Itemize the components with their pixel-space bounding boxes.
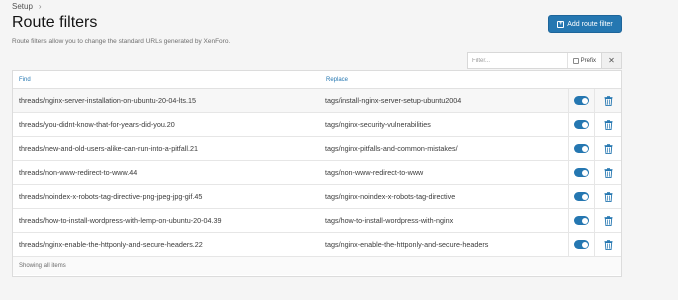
enable-toggle-cell bbox=[568, 208, 594, 233]
delete-cell bbox=[594, 160, 621, 185]
toggle-switch-icon[interactable] bbox=[574, 240, 590, 249]
table-body: threads/nginx-server-installation-on-ubu… bbox=[13, 88, 621, 257]
route-filters-table: Find Replace threads/nginx-server-instal… bbox=[12, 70, 622, 277]
delete-cell bbox=[594, 232, 621, 257]
delete-cell bbox=[594, 136, 621, 161]
find-link[interactable]: threads/new-and-old-users-alike-can-run-… bbox=[13, 144, 325, 153]
close-icon: ✕ bbox=[608, 56, 615, 65]
toggle-switch-icon[interactable] bbox=[574, 192, 590, 201]
page-title: Route filters bbox=[12, 14, 98, 31]
toggle-switch-icon[interactable] bbox=[574, 120, 590, 129]
toggle-switch-icon[interactable] bbox=[574, 216, 590, 225]
page-description: Route filters allow you to change the st… bbox=[12, 38, 231, 45]
enable-toggle-cell bbox=[568, 232, 594, 257]
table-row: threads/nginx-server-installation-on-ubu… bbox=[13, 88, 621, 113]
trash-icon[interactable] bbox=[604, 191, 613, 202]
column-header-replace: Replace bbox=[326, 76, 349, 83]
replace-link[interactable]: tags/nginx-noindex-x-robots-tag-directiv… bbox=[325, 192, 568, 201]
find-link[interactable]: threads/nginx-server-installation-on-ubu… bbox=[13, 96, 325, 105]
add-route-filter-label: Add route filter bbox=[567, 20, 613, 28]
enable-toggle-cell bbox=[568, 136, 594, 161]
delete-cell bbox=[594, 184, 621, 209]
table-row: threads/new-and-old-users-alike-can-run-… bbox=[13, 136, 621, 161]
enable-toggle-cell bbox=[568, 160, 594, 185]
toggle-switch-icon[interactable] bbox=[574, 168, 590, 177]
column-header-find: Find bbox=[19, 76, 31, 83]
find-link[interactable]: threads/you-didnt-know-that-for-years-di… bbox=[13, 120, 325, 129]
trash-icon[interactable] bbox=[604, 215, 613, 226]
table-row: threads/how-to-install-wordpress-with-le… bbox=[13, 208, 621, 233]
toggle-switch-icon[interactable] bbox=[574, 144, 590, 153]
find-link[interactable]: threads/noindex-x-robots-tag-directive-p… bbox=[13, 192, 325, 201]
delete-cell bbox=[594, 208, 621, 233]
find-link[interactable]: threads/nginx-enable-the-httponly-and-se… bbox=[13, 240, 325, 249]
trash-icon[interactable] bbox=[604, 167, 613, 178]
find-link[interactable]: threads/non-www-redirect-to-www.44 bbox=[13, 168, 325, 177]
trash-icon[interactable] bbox=[604, 95, 613, 106]
enable-toggle-cell bbox=[568, 112, 594, 137]
chevron-right-icon: › bbox=[38, 2, 42, 11]
find-link[interactable]: threads/how-to-install-wordpress-with-le… bbox=[13, 216, 325, 225]
table-row: threads/nginx-enable-the-httponly-and-se… bbox=[13, 232, 621, 257]
clear-filter-button[interactable]: ✕ bbox=[601, 53, 621, 68]
replace-link[interactable]: tags/non-www-redirect-to-www bbox=[325, 168, 568, 177]
replace-link[interactable]: tags/nginx-enable-the-httponly-and-secur… bbox=[325, 240, 568, 249]
table-row: threads/non-www-redirect-to-www.44 tags/n… bbox=[13, 160, 621, 185]
prefix-option[interactable]: Prefix bbox=[566, 53, 601, 68]
table-header: Find Replace bbox=[13, 71, 621, 89]
trash-icon[interactable] bbox=[604, 239, 613, 250]
trash-icon[interactable] bbox=[604, 119, 613, 130]
breadcrumb: Setup › bbox=[12, 2, 42, 11]
prefix-label: Prefix bbox=[580, 57, 596, 64]
delete-cell bbox=[594, 88, 621, 113]
enable-toggle-cell bbox=[568, 88, 594, 113]
breadcrumb-setup-link[interactable]: Setup bbox=[12, 2, 33, 11]
prefix-checkbox[interactable] bbox=[572, 57, 579, 64]
trash-icon[interactable] bbox=[604, 143, 613, 154]
add-route-filter-button[interactable]: + Add route filter bbox=[548, 15, 622, 33]
toggle-switch-icon[interactable] bbox=[574, 96, 590, 105]
replace-link[interactable]: tags/how-to-install-wordpress-with-nginx bbox=[325, 216, 568, 225]
delete-cell bbox=[594, 112, 621, 137]
replace-link[interactable]: tags/nginx-security-vulnerabilities bbox=[325, 120, 568, 129]
filter-input[interactable] bbox=[468, 53, 567, 68]
replace-link[interactable]: tags/install-nginx-server-setup-ubuntu20… bbox=[325, 96, 568, 105]
filter-bar: Prefix ✕ bbox=[467, 52, 622, 69]
table-footer: Showing all items bbox=[13, 257, 621, 275]
replace-link[interactable]: tags/nginx-pitfalls-and-common-mistakes/ bbox=[325, 144, 568, 153]
plus-square-icon: + bbox=[557, 20, 565, 28]
table-row: threads/noindex-x-robots-tag-directive-p… bbox=[13, 184, 621, 209]
enable-toggle-cell bbox=[568, 184, 594, 209]
table-row: threads/you-didnt-know-that-for-years-di… bbox=[13, 112, 621, 137]
